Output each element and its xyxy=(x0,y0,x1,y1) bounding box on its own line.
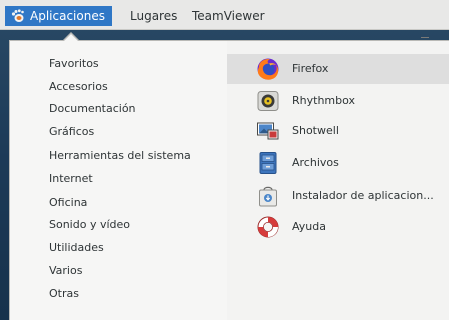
files-icon xyxy=(259,152,277,174)
applications-menu-label: Aplicaciones xyxy=(30,9,105,23)
category-documentacion[interactable]: Documentación xyxy=(49,101,136,117)
category-otras[interactable]: Otras xyxy=(49,286,79,302)
top-panel: Aplicaciones Lugares TeamViewer xyxy=(0,0,449,30)
menu-pointer-arrow-fill xyxy=(63,34,79,42)
app-label-firefox: Firefox xyxy=(292,62,329,75)
teamviewer-menu-button[interactable]: TeamViewer xyxy=(192,6,265,26)
app-label-rhythmbox: Rhythmbox xyxy=(292,94,356,107)
app-instalador[interactable]: Instalador de aplicacion... xyxy=(227,181,449,211)
category-sonido-y-video[interactable]: Sonido y vídeo xyxy=(49,217,130,233)
places-menu-button[interactable]: Lugares xyxy=(130,6,177,26)
category-oficina[interactable]: Oficina xyxy=(49,195,87,211)
category-varios[interactable]: Varios xyxy=(49,263,82,279)
category-internet[interactable]: Internet xyxy=(49,171,93,187)
app-rhythmbox[interactable]: Rhythmbox xyxy=(227,86,449,116)
category-graficos[interactable]: Gráficos xyxy=(49,124,94,140)
app-shotwell[interactable]: Shotwell xyxy=(227,116,449,146)
category-accesorios[interactable]: Accesorios xyxy=(49,79,108,95)
help-icon xyxy=(257,216,279,238)
gnome-foot-icon xyxy=(11,9,24,22)
applications-menu-button[interactable]: Aplicaciones xyxy=(5,6,112,26)
category-herramientas-del-sistema[interactable]: Herramientas del sistema xyxy=(49,148,191,164)
rhythmbox-icon xyxy=(257,91,279,111)
app-ayuda[interactable]: Ayuda xyxy=(227,212,449,242)
scroll-indicator xyxy=(421,37,429,38)
app-label-instalador: Instalador de aplicacion... xyxy=(292,189,434,202)
app-firefox[interactable]: Firefox xyxy=(227,54,449,84)
firefox-icon xyxy=(257,58,279,80)
software-installer-icon xyxy=(259,186,277,207)
desktop: Aplicaciones Lugares TeamViewer Favorito… xyxy=(0,0,449,320)
category-utilidades[interactable]: Utilidades xyxy=(49,240,104,256)
app-label-shotwell: Shotwell xyxy=(292,124,339,137)
shotwell-icon xyxy=(257,122,279,140)
category-favoritos[interactable]: Favoritos xyxy=(49,56,99,72)
app-label-archivos: Archivos xyxy=(292,156,339,169)
app-archivos[interactable]: Archivos xyxy=(227,148,449,178)
app-label-ayuda: Ayuda xyxy=(292,220,326,233)
